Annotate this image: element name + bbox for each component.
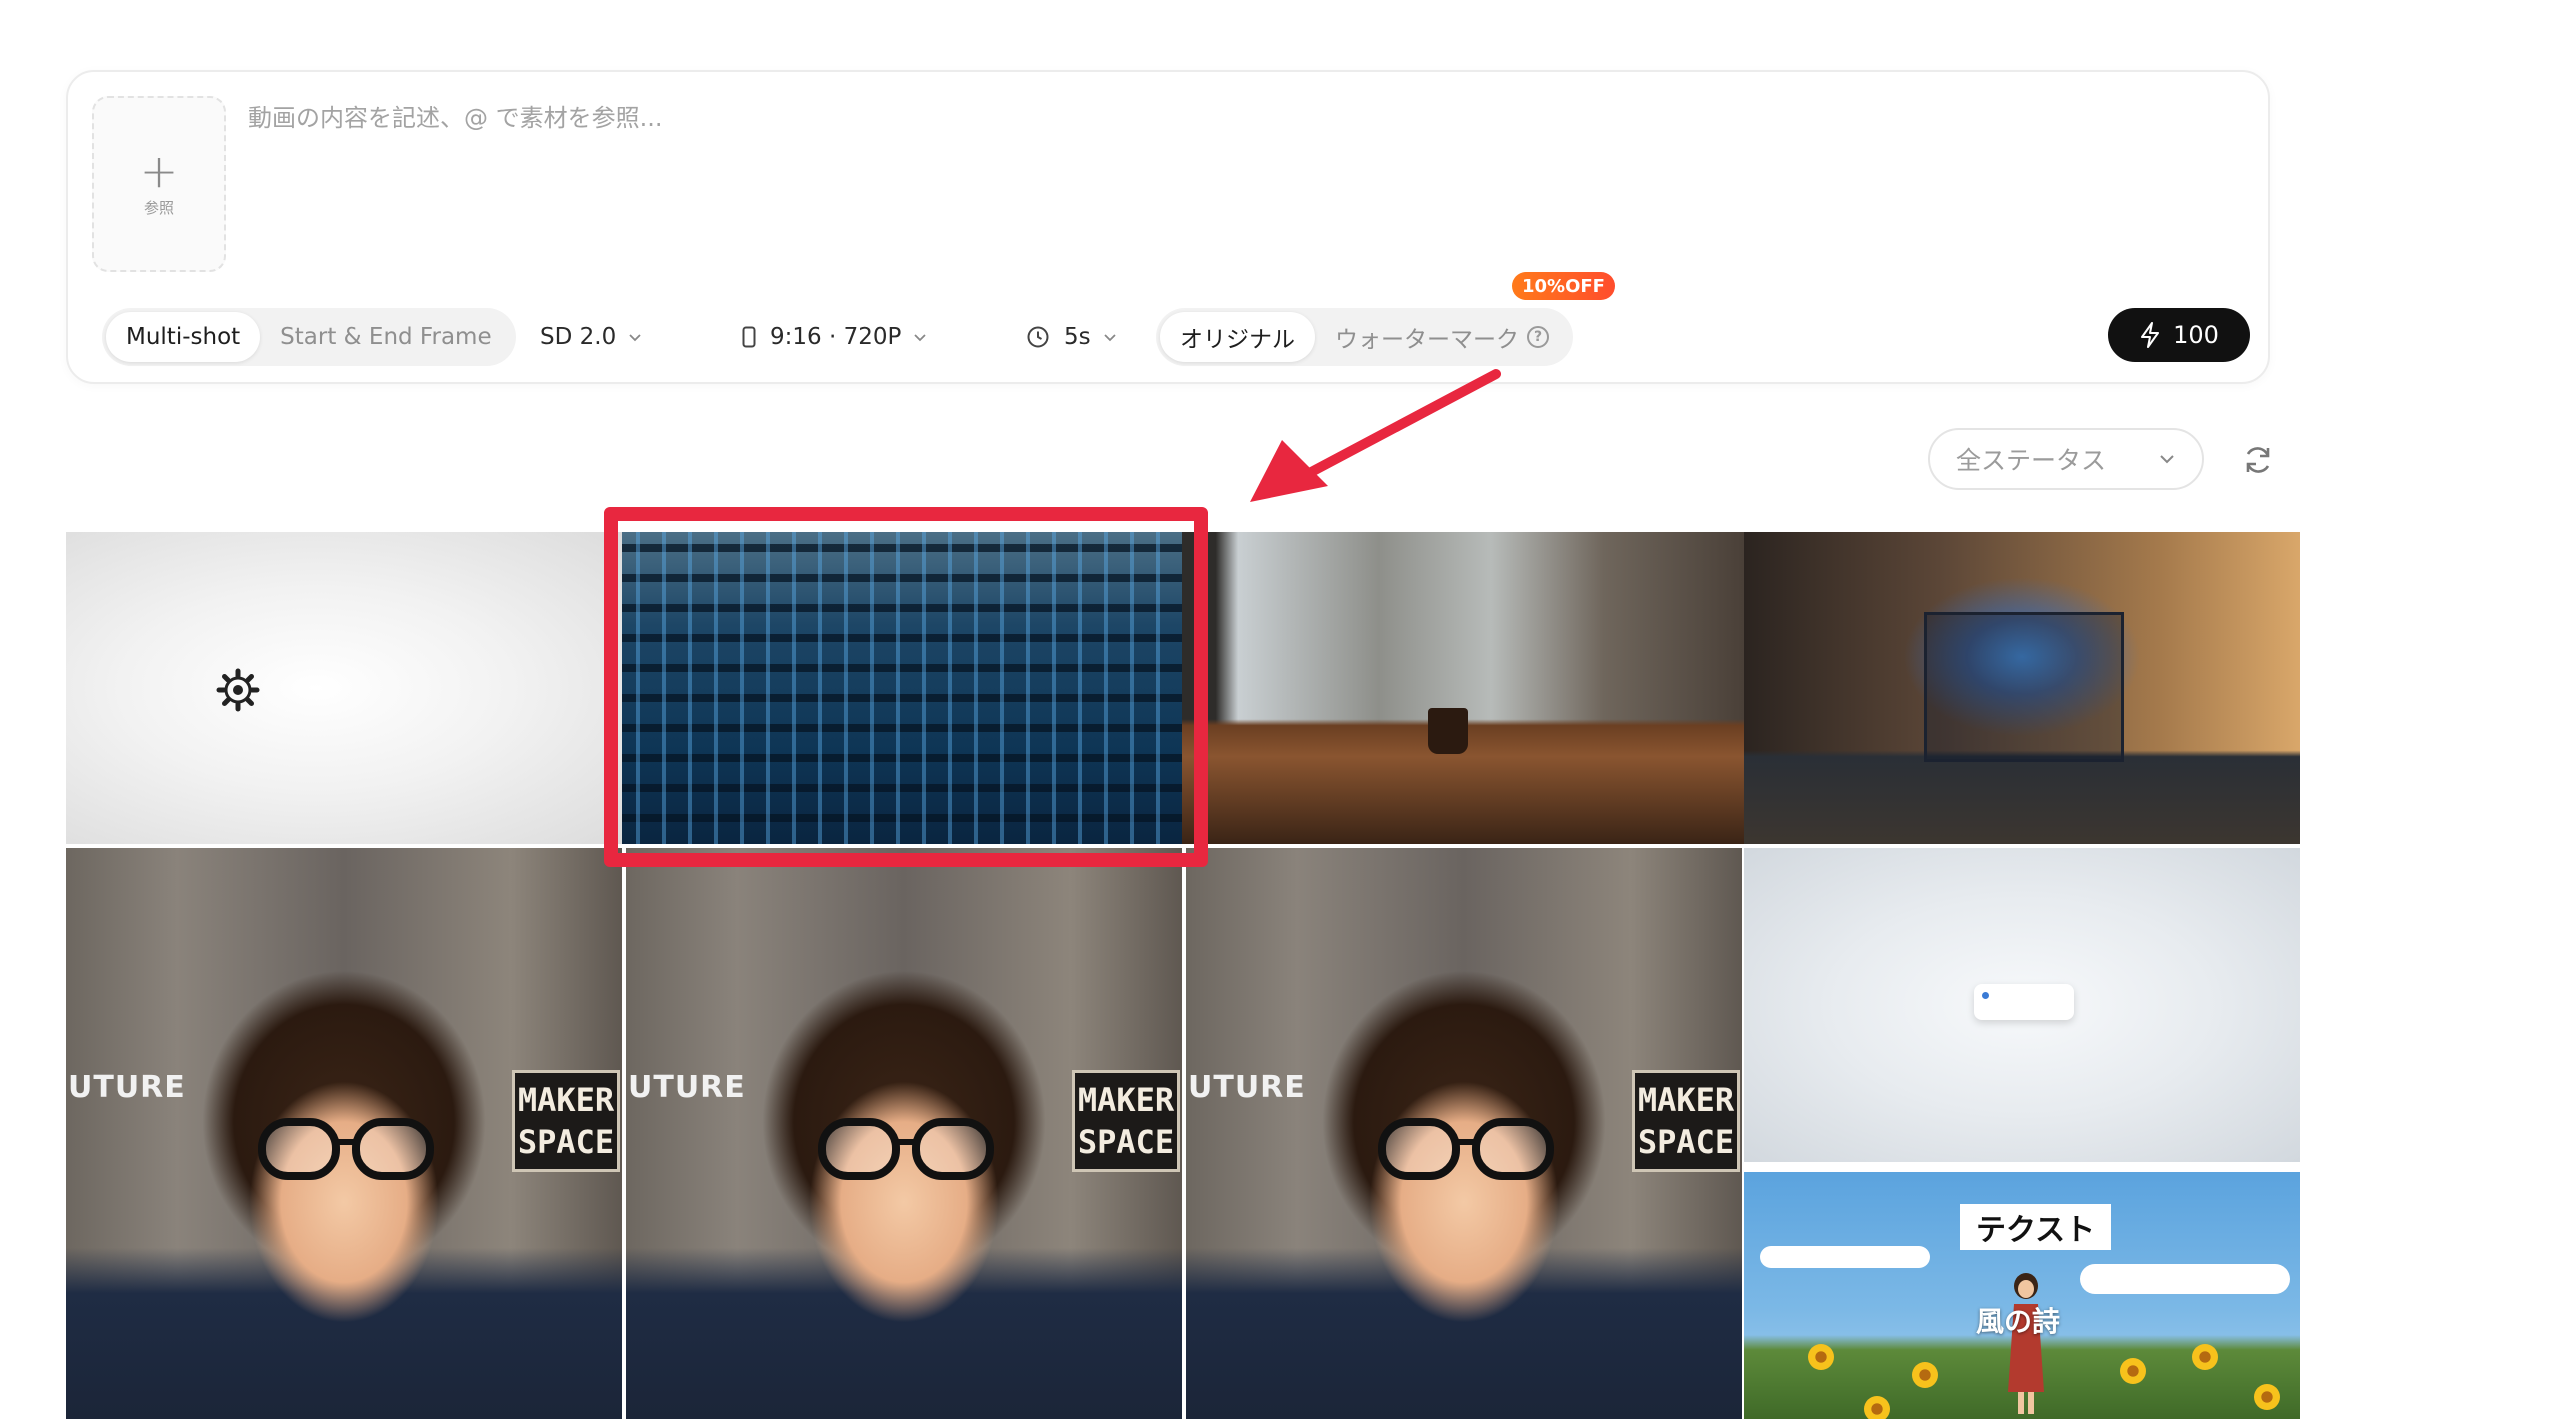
- duration-value: 5s: [1064, 324, 1091, 350]
- chat-card-shape: [1974, 984, 2074, 1020]
- add-reference-button[interactable]: + 参照: [92, 96, 226, 272]
- reference-label: 参照: [143, 198, 174, 217]
- flower-shape: [2120, 1358, 2146, 1384]
- tab-multi-shot[interactable]: Multi-shot: [106, 312, 261, 362]
- gallery-tile-highlighted[interactable]: [622, 532, 1182, 844]
- aspect-resolution-value: 9:16 · 720P: [770, 324, 902, 350]
- prompt-composer: + 参照 Multi-shot Start & End Frame SD 2.0…: [66, 70, 2270, 384]
- mode-toggle: Multi-shot Start & End Frame: [102, 308, 516, 366]
- sky-subtitle: 風の詩: [1976, 1305, 2061, 1338]
- status-filter-dropdown[interactable]: 全ステータス: [1928, 428, 2204, 490]
- sign-line: SPACE: [1077, 1123, 1175, 1161]
- gallery-tile[interactable]: [66, 532, 622, 844]
- chevron-down-icon: [629, 334, 641, 342]
- model-dropdown[interactable]: SD 2.0: [540, 308, 642, 366]
- sign-line: MAKER: [517, 1081, 615, 1119]
- composer-controls: Multi-shot Start & End Frame SD 2.0 9:16…: [102, 272, 2250, 366]
- flower-shape: [1864, 1396, 1890, 1419]
- glasses-shape: [818, 1118, 994, 1180]
- watermark-toggle: オリジナル ウォーターマーク ?: [1156, 308, 1573, 366]
- glasses-shape: [258, 1118, 434, 1180]
- gallery-tile[interactable]: [1744, 532, 2300, 844]
- chevron-down-icon: [1103, 334, 1116, 342]
- tab-watermark[interactable]: ウォーターマーク ?: [1315, 312, 1569, 362]
- sign-line: MAKER: [1637, 1081, 1735, 1119]
- generate-credits: 100: [2173, 321, 2219, 349]
- girl-figure: [2008, 1273, 2044, 1414]
- prompt-input[interactable]: [248, 88, 2208, 258]
- sky-caption: テクスト: [1960, 1204, 2112, 1250]
- poster-text: UTURE: [628, 1070, 746, 1105]
- sign-line: MAKER: [1077, 1081, 1175, 1119]
- poster-text: UTURE: [1188, 1070, 1306, 1105]
- lightning-icon: [2141, 322, 2160, 348]
- chevron-down-icon: [2160, 455, 2174, 464]
- watermark-label: ウォーターマーク: [1335, 327, 1519, 353]
- cloud-shape: [1760, 1246, 1930, 1268]
- sign-line: SPACE: [1637, 1123, 1735, 1161]
- help-icon[interactable]: ?: [1527, 326, 1549, 348]
- maker-space-sign: MAKER SPACE: [512, 1070, 620, 1172]
- tab-start-end-frame[interactable]: Start & End Frame: [260, 312, 511, 362]
- flower-shape: [2254, 1384, 2280, 1410]
- chevron-down-icon: [914, 334, 926, 342]
- card-dot: [1982, 992, 1989, 999]
- refresh-icon: [2246, 447, 2270, 473]
- gallery-tile[interactable]: [1182, 532, 1744, 844]
- duration-dropdown[interactable]: 5s: [1026, 308, 1117, 366]
- annotation-arrow: [1250, 369, 1501, 502]
- tab-original[interactable]: オリジナル: [1160, 312, 1315, 362]
- gear-icon: [216, 668, 260, 712]
- clock-icon: [1027, 326, 1049, 348]
- maker-space-sign: MAKER SPACE: [1632, 1070, 1740, 1172]
- generate-button[interactable]: 100: [2108, 308, 2250, 362]
- maker-space-sign: MAKER SPACE: [1072, 1070, 1180, 1172]
- refresh-button[interactable]: [2236, 438, 2280, 482]
- status-filter-label: 全ステータス: [1956, 446, 2107, 475]
- phone-icon: [742, 326, 756, 348]
- flower-shape: [2192, 1344, 2218, 1370]
- poster-text: UTURE: [68, 1070, 186, 1105]
- discount-badge: 10%OFF: [1512, 272, 1615, 300]
- sign-line: SPACE: [517, 1123, 615, 1161]
- glasses-shape: [1378, 1118, 1554, 1180]
- model-value: SD 2.0: [540, 324, 617, 350]
- cloud-shape: [2080, 1264, 2290, 1294]
- flower-shape: [1912, 1362, 1938, 1388]
- flower-shape: [1808, 1344, 1834, 1370]
- plus-icon: +: [139, 143, 179, 198]
- aspect-resolution-dropdown[interactable]: 9:16 · 720P: [742, 308, 927, 366]
